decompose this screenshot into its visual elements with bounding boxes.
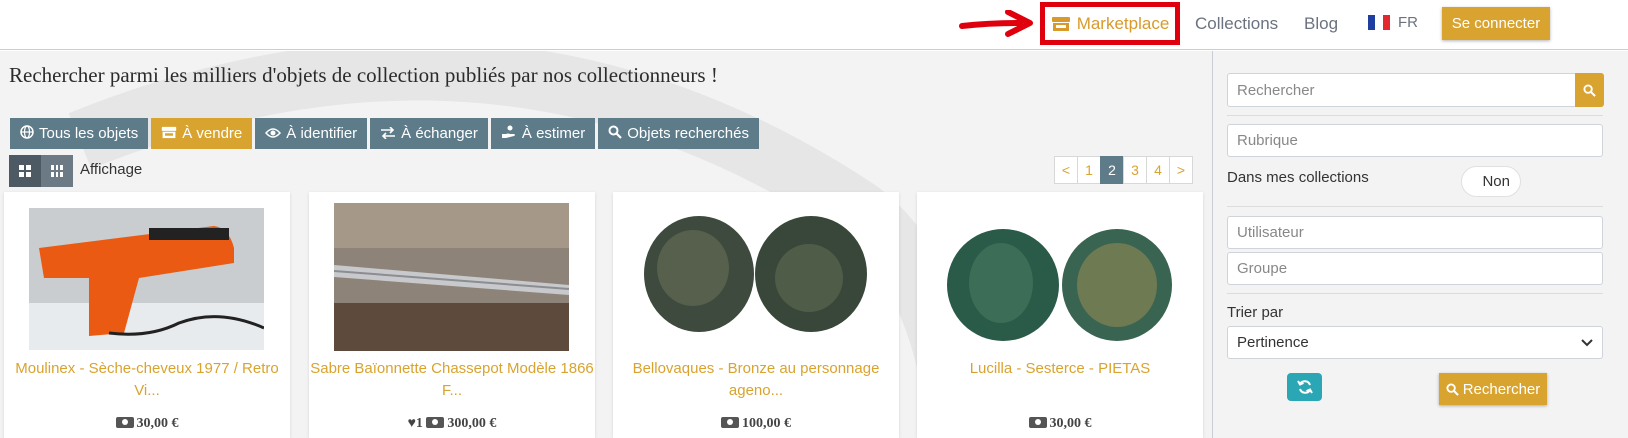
product-card[interactable]: Moulinex - Sèche-cheveux 1977 / Retro Vi… [4, 192, 290, 438]
tab-label: À identifier [286, 125, 358, 142]
product-price: 100,00 € [613, 416, 899, 432]
toggle-value: Non [1482, 173, 1510, 190]
in-my-collections-label: Dans mes collections [1227, 169, 1369, 186]
large-grid-icon [19, 165, 31, 177]
pagination-prev[interactable]: < [1054, 156, 1078, 184]
pagination-next[interactable]: > [1169, 156, 1193, 184]
small-grid-icon [51, 165, 63, 177]
cash-icon [426, 417, 445, 428]
product-title[interactable]: Sabre Baïonnette Chassepot Modèle 1866 F… [309, 358, 595, 402]
product-title[interactable]: Lucilla - Sesterce - PIETAS [917, 358, 1203, 380]
product-price: 30,00 € [4, 416, 290, 432]
product-price: ♥1 300,00 € [407, 416, 497, 431]
tab-label: À estimer [521, 125, 586, 142]
tab-wanted-objects[interactable]: Objets recherchés [598, 118, 759, 149]
product-card[interactable]: Bellovaques - Bronze au personnage ageno… [613, 192, 899, 438]
submit-label: Rechercher [1462, 380, 1541, 398]
divider [1227, 115, 1603, 116]
tab-for-sale[interactable]: À vendre [151, 118, 253, 149]
nav-blog-link[interactable]: Blog [1304, 14, 1338, 34]
sort-value: Pertinence [1237, 334, 1309, 351]
grid-view-button[interactable] [9, 155, 41, 187]
view-toggle [9, 155, 73, 187]
cash-icon [1028, 417, 1047, 428]
sort-label: Trier par [1227, 304, 1284, 321]
reset-button[interactable] [1287, 373, 1322, 401]
sort-select[interactable]: Pertinence [1227, 326, 1603, 359]
pagination-page-2[interactable]: 2 [1100, 156, 1124, 184]
nav-collections-link[interactable]: Collections [1195, 14, 1278, 34]
tab-to-estimate[interactable]: À estimer [490, 118, 596, 149]
product-image-bronze-coins[interactable] [641, 212, 871, 336]
search-input[interactable]: Rechercher [1227, 73, 1577, 107]
pagination: < 1 2 3 4 > [1054, 156, 1193, 184]
in-my-collections-toggle[interactable]: Non [1461, 166, 1521, 197]
nav-marketplace-label: Marketplace [1076, 13, 1170, 33]
submit-search-button[interactable]: Rechercher [1439, 373, 1547, 405]
globe-icon [20, 125, 34, 142]
tab-to-identify[interactable]: À identifier [255, 118, 368, 149]
search-icon [608, 125, 623, 142]
product-price: 30,00 € [917, 416, 1203, 432]
group-input[interactable]: Groupe [1227, 252, 1603, 285]
tab-label: À vendre [182, 125, 243, 142]
exchange-icon [380, 125, 396, 142]
pagination-page-4[interactable]: 4 [1146, 156, 1170, 184]
nav-marketplace-link[interactable]: Marketplace [1040, 2, 1180, 45]
refresh-icon [1296, 380, 1313, 394]
product-title[interactable]: Moulinex - Sèche-cheveux 1977 / Retro Vi… [4, 358, 290, 402]
tab-to-exchange[interactable]: À échanger [370, 118, 488, 149]
user-input[interactable]: Utilisateur [1227, 216, 1603, 249]
rubrique-input[interactable]: Rubrique [1227, 124, 1603, 157]
store-icon [1051, 16, 1070, 31]
eye-icon [265, 126, 282, 142]
divider [1227, 293, 1603, 294]
pagination-page-3[interactable]: 3 [1123, 156, 1147, 184]
tab-label: À échanger [401, 125, 478, 142]
france-flag-icon [1368, 15, 1390, 30]
compact-grid-button[interactable] [41, 155, 73, 187]
divider [1227, 206, 1603, 207]
cash-icon [721, 417, 739, 428]
product-image-sabre[interactable] [334, 203, 569, 351]
search-icon [1446, 382, 1459, 396]
pagination-page-1[interactable]: 1 [1077, 156, 1101, 184]
red-arrow-annotation [959, 10, 1033, 37]
category-tabs: Tous les objets À vendre À identifier À … [10, 118, 759, 149]
page-headline: Rechercher parmi les milliers d'objets d… [9, 63, 718, 87]
search-sidebar: Rechercher Rubrique Dans mes collections… [1212, 51, 1628, 438]
tab-label: Objets recherchés [627, 125, 749, 142]
display-label: Affichage [80, 161, 143, 178]
search-button[interactable] [1575, 73, 1604, 107]
chevron-down-icon [1581, 338, 1593, 346]
login-button[interactable]: Se connecter [1442, 7, 1550, 40]
language-label: FR [1398, 14, 1418, 31]
product-title[interactable]: Bellovaques - Bronze au personnage ageno… [613, 358, 899, 402]
likes-count: 1 [415, 416, 423, 431]
search-icon [1583, 83, 1596, 97]
store-icon [161, 126, 177, 142]
product-image-sesterce-coins[interactable] [945, 227, 1175, 345]
tab-label: Tous les objets [39, 125, 139, 142]
cash-icon [115, 417, 134, 428]
heart-icon: ♥ [407, 416, 416, 431]
product-card[interactable]: Sabre Baïonnette Chassepot Modèle 1866 F… [309, 192, 595, 438]
tab-all-objects[interactable]: Tous les objets [10, 118, 149, 149]
language-selector[interactable]: FR [1368, 14, 1418, 31]
product-card[interactable]: Lucilla - Sesterce - PIETAS 30,00 € [917, 192, 1203, 438]
main-content: Rechercher parmi les milliers d'objets d… [0, 51, 1212, 438]
hand-coins-icon [501, 125, 517, 142]
product-image-hair-dryer[interactable] [29, 208, 264, 350]
top-navbar: Marketplace Collections Blog FR Se conne… [0, 0, 1628, 50]
